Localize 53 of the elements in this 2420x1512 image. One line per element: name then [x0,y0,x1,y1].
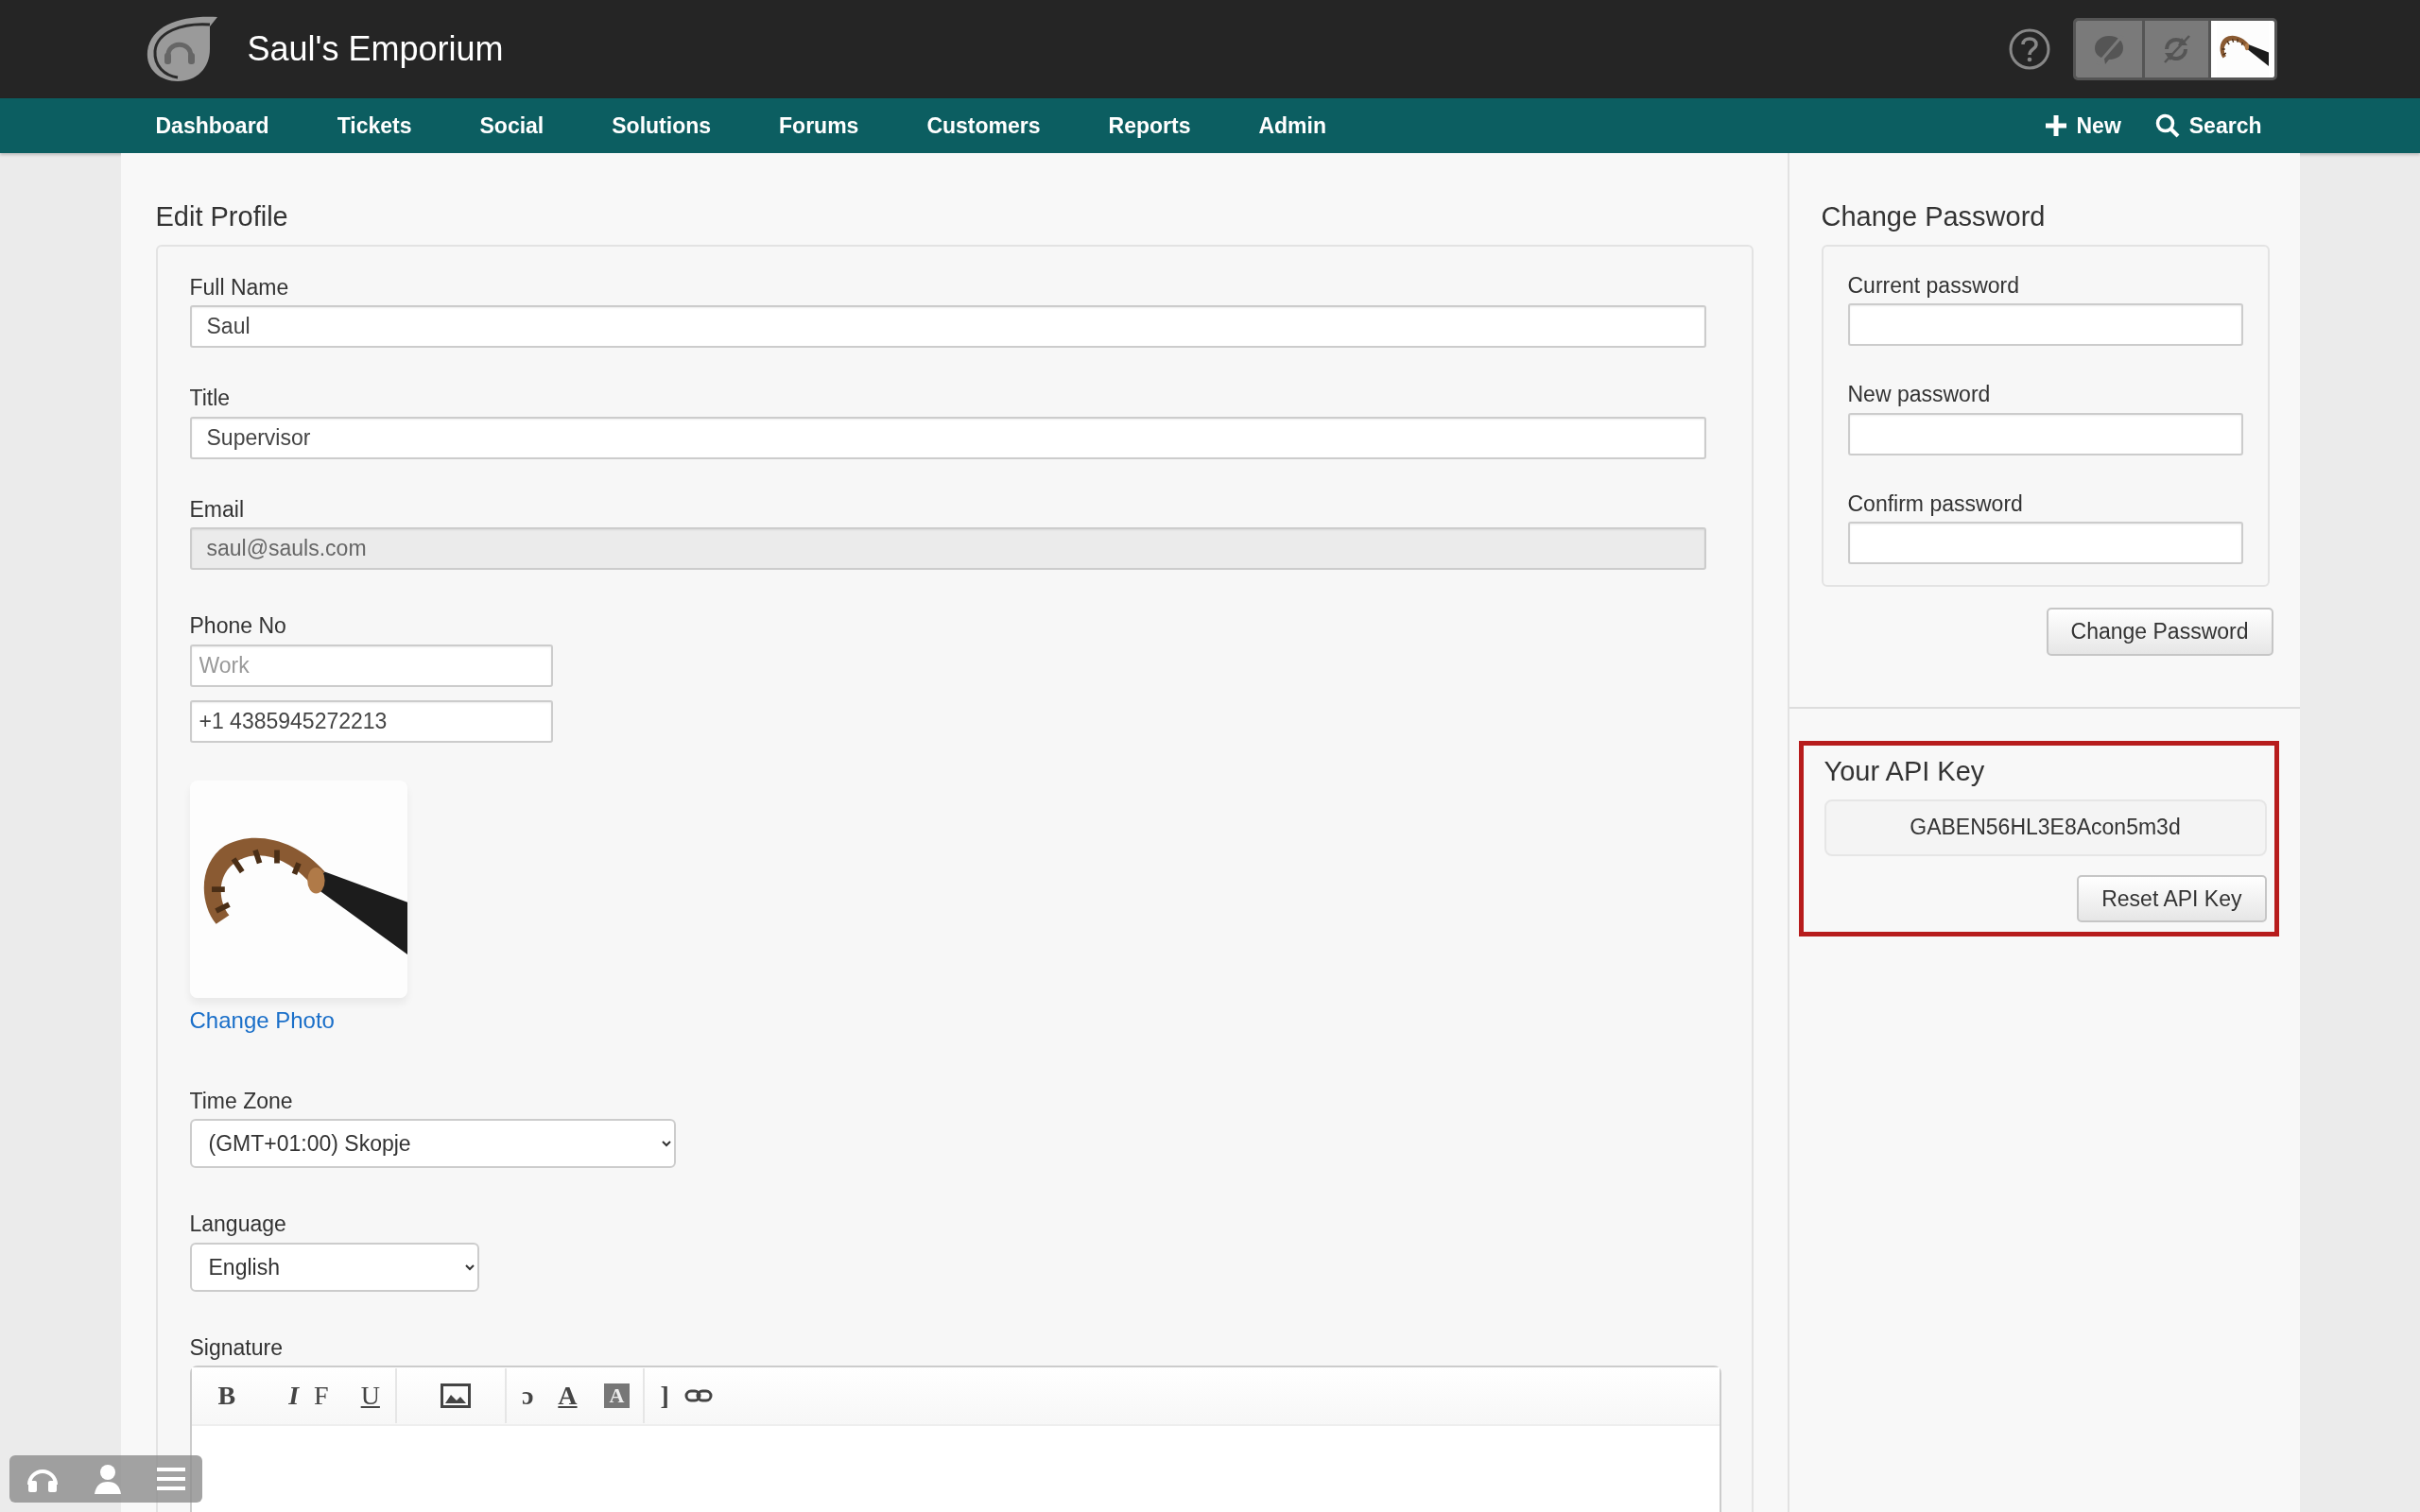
italic-button[interactable]: I [281,1383,307,1410]
avatar-button[interactable] [2207,21,2274,77]
plus-icon [2046,115,2067,136]
signature-editor[interactable]: B I F U ɔ A A ] [189,1366,1721,1512]
field-label: Full Name [189,273,290,301]
dropdown-button[interactable]: ɔ [513,1383,542,1410]
field-label: Title [189,385,232,413]
api-key-value: GABEN56HL3E8Acon5m3d [1824,799,2267,856]
phone-field[interactable]: +1 4385945272213 [189,699,553,743]
nav-link[interactable]: Forums [779,109,859,143]
dropdown-button[interactable]: ] [652,1383,677,1410]
field-label: Phone No [189,612,287,641]
field-label: Current password [1847,271,2021,300]
nav-link[interactable]: Customers [926,109,1041,143]
field-label: Language [189,1211,287,1239]
change-photo-link[interactable]: Change Photo [189,1003,335,1038]
section-title: Edit Profile [155,200,289,233]
password-field[interactable] [1847,412,2243,455]
bold-button[interactable]: B [210,1383,244,1410]
reset-api-key-button[interactable]: Reset API Key [2077,874,2267,923]
underline-button[interactable]: U [353,1383,388,1410]
nav-link[interactable]: Solutions [612,109,712,143]
phone-field[interactable]: Work [189,644,553,687]
search-button[interactable]: Search [2154,109,2262,143]
api-key-title: Your API Key [1824,754,1986,788]
field-label: New password [1847,381,1992,409]
user-icon[interactable] [93,1464,123,1494]
field-label: Time Zone [189,1087,294,1115]
search-icon [2154,113,2180,138]
dropdown-field[interactable]: (GMT+01:00) Skopje [189,1119,676,1169]
section-title: Change Password [1821,200,2047,233]
change-password-button[interactable]: Change Password [2046,608,2273,656]
format-button[interactable]: F [306,1383,337,1410]
menu-icon[interactable] [157,1467,185,1491]
field-label: Signature [189,1333,284,1362]
field-label: Confirm password [1847,490,2024,518]
nav-link[interactable]: Admin [1258,109,1326,143]
nav-link[interactable]: Social [479,109,544,143]
brand-name: Saul's Emporium [247,28,504,70]
chat-off-icon[interactable] [2075,21,2142,77]
text-field[interactable]: Supervisor [189,416,1706,459]
nav-link[interactable]: Dashboard [155,109,269,143]
text-field[interactable]: Saul [189,305,1706,349]
dropdown-field[interactable]: English [189,1242,479,1292]
nav-link[interactable]: Reports [1108,109,1191,143]
help-icon[interactable] [2008,28,2050,70]
password-field[interactable] [1847,522,2243,565]
new-button[interactable]: New [2046,109,2121,143]
password-field[interactable] [1847,303,2243,347]
nav-link[interactable]: Tickets [337,109,412,143]
field-label: Email [189,495,245,524]
text-color-button[interactable]: A [550,1383,585,1410]
background-color-button[interactable]: A [603,1383,631,1409]
